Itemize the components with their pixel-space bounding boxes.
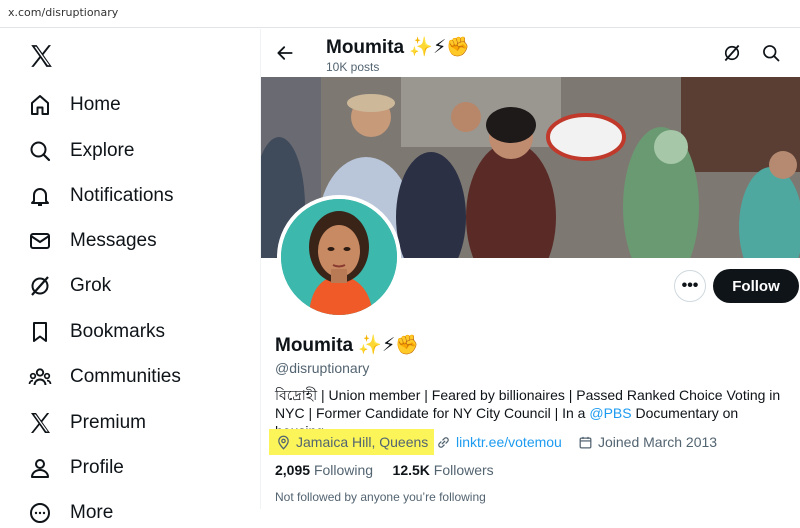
sidebar-item-label: Messages <box>70 230 157 251</box>
post-count: 10K posts <box>326 60 380 74</box>
profile-header-bar: Moumita ✨⚡✊ 10K posts <box>261 29 800 77</box>
sidebar-item-explore[interactable]: Explore <box>28 136 134 166</box>
sidebar-nav: Home Explore Notifications Messages Grok… <box>0 29 260 523</box>
sidebar-item-label: Premium <box>70 412 147 433</box>
profile-column: Moumita ✨⚡✊ 10K posts ••• Follow Moumita… <box>260 29 800 509</box>
profile-meta-row: Jamaica Hill, Queens linktr.ee/votemou J… <box>261 429 800 455</box>
bookmark-icon <box>33 322 47 342</box>
search-icon[interactable] <box>761 43 781 63</box>
calendar-icon <box>579 436 592 448</box>
sidebar-item-notifications[interactable]: Notifications <box>28 181 174 211</box>
location-pin-icon <box>278 435 289 450</box>
sidebar-item-messages[interactable]: Messages <box>28 226 157 256</box>
profile-avatar[interactable] <box>277 195 401 319</box>
envelope-icon <box>30 233 50 249</box>
x-logo-icon <box>31 413 50 433</box>
follow-stats: 2,095 Following 12.5K Followers <box>275 462 494 478</box>
website-link[interactable]: linktr.ee/votemou <box>456 434 562 450</box>
sidebar-item-label: Communities <box>70 366 181 387</box>
follow-button[interactable]: Follow <box>713 269 799 303</box>
profile-emojis: ✨⚡✊ <box>358 334 420 356</box>
sidebar-item-label: Grok <box>70 275 112 296</box>
sidebar-item-label: Bookmarks <box>70 321 166 342</box>
bio-mention-link[interactable]: @PBS <box>589 405 631 421</box>
link-icon <box>438 436 449 448</box>
sidebar-item-label: Explore <box>70 140 135 161</box>
address-bar[interactable]: x.com/disruptionary <box>0 0 800 28</box>
grok-icon[interactable] <box>722 43 742 63</box>
sidebar-item-premium[interactable]: Premium <box>28 408 146 438</box>
sidebar-item-label: Home <box>70 94 121 115</box>
more-circle-icon <box>30 503 50 523</box>
location-item: Jamaica Hill, Queens <box>276 434 428 450</box>
back-arrow-icon[interactable] <box>275 43 295 63</box>
joined-text: Joined March 2013 <box>598 434 718 450</box>
joined-item: Joined March 2013 <box>578 434 717 450</box>
not-followed-note: Not followed by anyone you’re following <box>275 490 486 504</box>
bell-icon <box>31 188 49 206</box>
profile-handle: @disruptionary <box>275 360 370 376</box>
location-text: Jamaica Hill, Queens <box>296 434 429 450</box>
sidebar-item-label: Notifications <box>70 185 174 206</box>
following-link[interactable]: 2,095 Following <box>275 462 373 478</box>
profile-name: Moumita ✨⚡✊ <box>275 334 420 356</box>
sidebar-item-home[interactable]: Home <box>28 90 121 120</box>
url-text: x.com/disruptionary <box>8 6 119 19</box>
sidebar-item-communities[interactable]: Communities <box>28 362 181 392</box>
header-emojis: ✨⚡✊ <box>409 36 471 58</box>
sidebar-item-label: More <box>70 502 114 523</box>
followers-link[interactable]: 12.5K Followers <box>393 462 494 478</box>
sidebar-item-profile[interactable]: Profile <box>28 453 124 483</box>
sidebar-item-label: Profile <box>70 457 124 478</box>
communities-icon <box>28 368 52 386</box>
header-profile-name: Moumita ✨⚡✊ <box>326 36 471 58</box>
person-icon <box>31 459 49 478</box>
home-icon <box>31 95 49 115</box>
sidebar-item-bookmarks[interactable]: Bookmarks <box>28 317 165 347</box>
more-options-button[interactable]: ••• <box>674 270 706 302</box>
sidebar-item-more[interactable]: More <box>28 498 113 528</box>
grok-icon <box>31 276 49 296</box>
avatar-portrait-illustration <box>281 199 397 315</box>
sidebar-item-grok[interactable]: Grok <box>28 271 111 301</box>
search-icon <box>30 141 51 162</box>
website-item[interactable]: linktr.ee/votemou <box>436 434 562 450</box>
x-logo-icon[interactable] <box>28 43 54 69</box>
